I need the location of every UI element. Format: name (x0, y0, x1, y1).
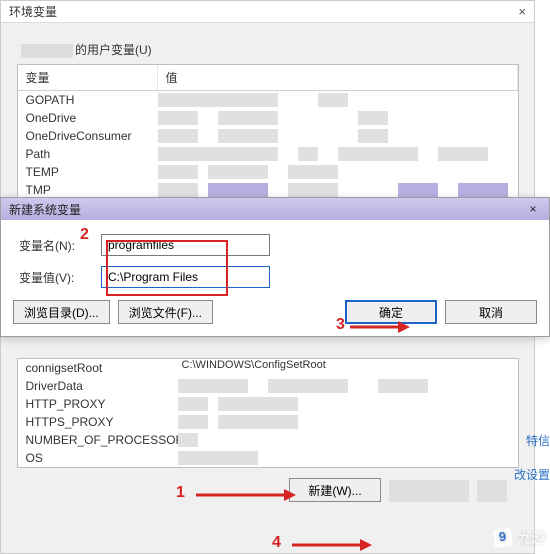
table-row[interactable]: OneDriveConsumer (18, 127, 518, 145)
table-row[interactable]: DriverData (18, 377, 518, 395)
col-value[interactable]: 值 (158, 65, 518, 90)
table-row[interactable]: Path (18, 145, 518, 163)
dialog-titlebar: 新建系统变量 × (1, 198, 549, 220)
watermark-text: 九游 (516, 528, 544, 548)
new-system-var-button[interactable]: 新建(W)... (289, 478, 381, 502)
user-vars-label: 的用户变量(U) (21, 41, 522, 58)
system-vars-table[interactable]: connigsetRootC:\WINDOWS\ConfigSetRoot Dr… (17, 358, 519, 468)
table-row[interactable]: HTTPS_PROXY (18, 413, 518, 431)
env-vars-title: 环境变量 (9, 3, 57, 20)
dialog-button-row: 浏览目录(D)... 浏览文件(F)... 确定 取消 (13, 300, 537, 324)
table-row[interactable]: GOPATH (18, 91, 518, 109)
system-vars-area: connigsetRootC:\WINDOWS\ConfigSetRoot Dr… (12, 358, 523, 502)
env-vars-titlebar: 环境变量 × (1, 1, 534, 23)
dialog-body: 变量名(N): 变量值(V): 浏览目录(D)... 浏览文件(F)... 确定… (1, 220, 549, 336)
env-vars-content: 的用户变量(U) 变量 值 GOPATH OneDrive OneDriveCo… (1, 23, 534, 214)
var-value-input[interactable] (101, 266, 270, 288)
var-name-label: 变量名(N): (13, 237, 101, 254)
table-row[interactable]: HTTP_PROXY (18, 395, 518, 413)
var-name-row: 变量名(N): (13, 234, 537, 256)
system-vars-buttons: 新建(W)... (12, 468, 523, 502)
table-row[interactable]: connigsetRootC:\WINDOWS\ConfigSetRoot (18, 359, 518, 377)
table-row[interactable]: OneDrive (18, 109, 518, 127)
dialog-close-icon[interactable]: × (523, 200, 543, 218)
ok-button[interactable]: 确定 (345, 300, 437, 324)
user-vars-table[interactable]: 变量 值 GOPATH OneDrive OneDriveConsumer Pa… (17, 64, 519, 200)
col-variable[interactable]: 变量 (18, 65, 158, 90)
side-link-1[interactable]: 特信 (526, 432, 550, 449)
var-value-row: 变量值(V): (13, 266, 537, 288)
var-value-label: 变量值(V): (13, 269, 101, 286)
watermark-logo-icon (493, 528, 513, 548)
browse-dir-button[interactable]: 浏览目录(D)... (13, 300, 110, 324)
dialog-title: 新建系统变量 (9, 201, 81, 218)
table-row[interactable]: OS (18, 449, 518, 467)
table-header: 变量 值 (18, 65, 518, 91)
censored-username (21, 44, 73, 58)
browse-file-button[interactable]: 浏览文件(F)... (118, 300, 213, 324)
var-name-input[interactable] (101, 234, 270, 256)
table-row[interactable]: TEMP (18, 163, 518, 181)
close-icon[interactable]: × (518, 4, 526, 19)
table-row[interactable]: NUMBER_OF_PROCESSORS (18, 431, 518, 449)
new-sysvar-dialog: 新建系统变量 × 变量名(N): 变量值(V): 浏览目录(D)... 浏览文件… (0, 197, 550, 337)
watermark: 九游 (494, 528, 544, 548)
cancel-button[interactable]: 取消 (445, 300, 537, 324)
side-link-2[interactable]: 改设置 (514, 466, 550, 483)
